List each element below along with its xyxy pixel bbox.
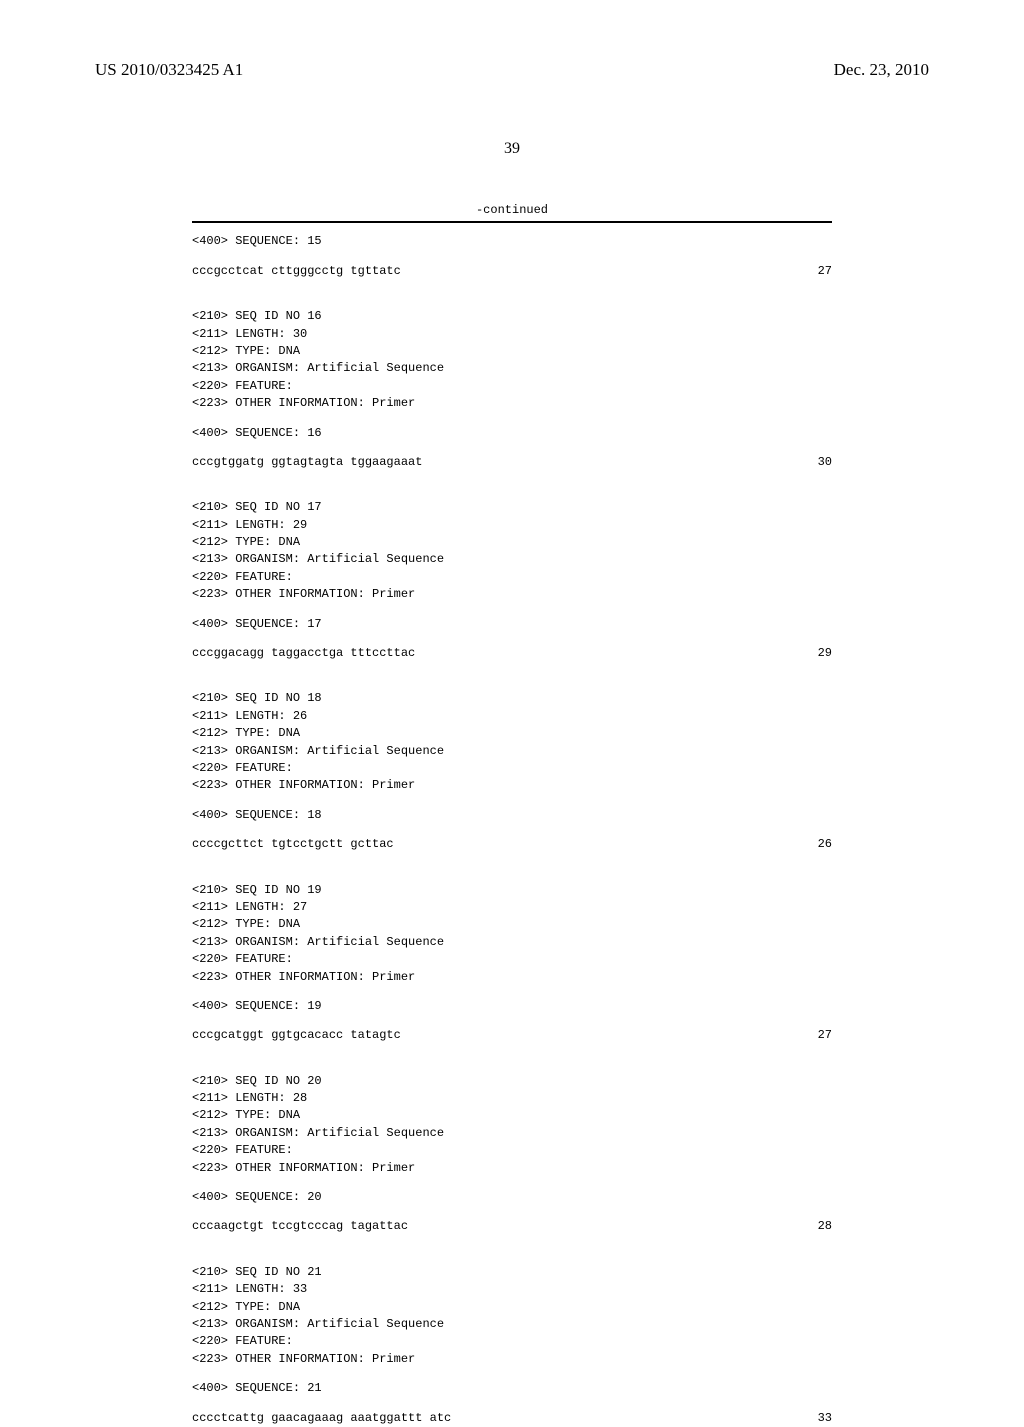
page-header: US 2010/0323425 A1 Dec. 23, 2010: [95, 60, 929, 80]
sequence-entry: <210> SEQ ID NO 20<211> LENGTH: 28<212> …: [192, 1073, 832, 1236]
sequence-header: <400> SEQUENCE: 20: [192, 1189, 832, 1206]
sequence-header: <400> SEQUENCE: 16: [192, 425, 832, 442]
sequence-header: <400> SEQUENCE: 19: [192, 998, 832, 1015]
sequence-entry: <210> SEQ ID NO 19<211> LENGTH: 27<212> …: [192, 882, 832, 1045]
metadata-line: <220> FEATURE:: [192, 951, 832, 968]
metadata-line: <210> SEQ ID NO 16: [192, 308, 832, 325]
page-number: 39: [95, 140, 929, 158]
metadata-line: <223> OTHER INFORMATION: Primer: [192, 1160, 832, 1177]
metadata-line: <213> ORGANISM: Artificial Sequence: [192, 1316, 832, 1333]
sequence-header: <400> SEQUENCE: 21: [192, 1380, 832, 1397]
metadata-line: <220> FEATURE:: [192, 378, 832, 395]
sequence-length: 27: [818, 1027, 832, 1044]
sequence-text: cccggacagg taggacctga tttccttac: [192, 645, 415, 662]
metadata-line: <210> SEQ ID NO 19: [192, 882, 832, 899]
metadata-line: <220> FEATURE:: [192, 1142, 832, 1159]
sequence-metadata: <210> SEQ ID NO 16<211> LENGTH: 30<212> …: [192, 308, 832, 412]
metadata-line: <212> TYPE: DNA: [192, 343, 832, 360]
metadata-line: <211> LENGTH: 33: [192, 1281, 832, 1298]
sequence-length: 28: [818, 1218, 832, 1235]
metadata-line: <213> ORGANISM: Artificial Sequence: [192, 1125, 832, 1142]
sequence-entry: <210> SEQ ID NO 17<211> LENGTH: 29<212> …: [192, 499, 832, 662]
publication-number: US 2010/0323425 A1: [95, 60, 243, 80]
sequence-line: cccctcattg gaacagaaag aaatggattt atc 33: [192, 1410, 832, 1427]
metadata-line: <210> SEQ ID NO 18: [192, 690, 832, 707]
metadata-line: <210> SEQ ID NO 21: [192, 1264, 832, 1281]
sequence-entry: <210> SEQ ID NO 21<211> LENGTH: 33<212> …: [192, 1264, 832, 1427]
sequence-header: <400> SEQUENCE: 15: [192, 233, 832, 250]
metadata-line: <213> ORGANISM: Artificial Sequence: [192, 360, 832, 377]
continued-label: -continued: [192, 202, 832, 219]
sequence-text: cccgcctcat cttgggcctg tgttatc: [192, 263, 401, 280]
metadata-line: <223> OTHER INFORMATION: Primer: [192, 969, 832, 986]
sequence-header: <400> SEQUENCE: 18: [192, 807, 832, 824]
sequence-text: cccaagctgt tccgtcccag tagattac: [192, 1218, 408, 1235]
sequence-line: cccgtggatg ggtagtagta tggaagaaat 30: [192, 454, 832, 471]
metadata-line: <213> ORGANISM: Artificial Sequence: [192, 934, 832, 951]
metadata-line: <211> LENGTH: 26: [192, 708, 832, 725]
sequence-length: 33: [818, 1410, 832, 1427]
metadata-line: <211> LENGTH: 28: [192, 1090, 832, 1107]
sequence-entry: <210> SEQ ID NO 16<211> LENGTH: 30<212> …: [192, 308, 832, 471]
metadata-line: <223> OTHER INFORMATION: Primer: [192, 586, 832, 603]
metadata-line: <213> ORGANISM: Artificial Sequence: [192, 743, 832, 760]
sequence-length: 29: [818, 645, 832, 662]
metadata-line: <212> TYPE: DNA: [192, 534, 832, 551]
sequence-line: cccgcatggt ggtgcacacc tatagtc 27: [192, 1027, 832, 1044]
sequence-line: cccgcctcat cttgggcctg tgttatc 27: [192, 263, 832, 280]
sequence-entry: <210> SEQ ID NO 18<211> LENGTH: 26<212> …: [192, 690, 832, 853]
sequence-text: cccgcatggt ggtgcacacc tatagtc: [192, 1027, 401, 1044]
sequence-metadata: <210> SEQ ID NO 21<211> LENGTH: 33<212> …: [192, 1264, 832, 1368]
sequence-line: cccggacagg taggacctga tttccttac 29: [192, 645, 832, 662]
metadata-line: <211> LENGTH: 30: [192, 326, 832, 343]
metadata-line: <212> TYPE: DNA: [192, 1299, 832, 1316]
sequence-metadata: <210> SEQ ID NO 20<211> LENGTH: 28<212> …: [192, 1073, 832, 1177]
separator-line: [192, 221, 832, 223]
metadata-line: <210> SEQ ID NO 17: [192, 499, 832, 516]
metadata-line: <220> FEATURE:: [192, 760, 832, 777]
metadata-line: <212> TYPE: DNA: [192, 1107, 832, 1124]
sequence-text: ccccgcttct tgtcctgctt gcttac: [192, 836, 394, 853]
sequence-metadata: <210> SEQ ID NO 18<211> LENGTH: 26<212> …: [192, 690, 832, 794]
sequence-text: cccgtggatg ggtagtagta tggaagaaat: [192, 454, 422, 471]
sequence-header: <400> SEQUENCE: 17: [192, 616, 832, 633]
publication-date: Dec. 23, 2010: [834, 60, 929, 80]
sequence-entry: <400> SEQUENCE: 15 cccgcctcat cttgggcctg …: [192, 233, 832, 280]
metadata-line: <223> OTHER INFORMATION: Primer: [192, 395, 832, 412]
metadata-line: <213> ORGANISM: Artificial Sequence: [192, 551, 832, 568]
sequence-line: cccaagctgt tccgtcccag tagattac 28: [192, 1218, 832, 1235]
metadata-line: <210> SEQ ID NO 20: [192, 1073, 832, 1090]
metadata-line: <220> FEATURE:: [192, 569, 832, 586]
metadata-line: <223> OTHER INFORMATION: Primer: [192, 1351, 832, 1368]
metadata-line: <212> TYPE: DNA: [192, 725, 832, 742]
sequence-text: cccctcattg gaacagaaag aaatggattt atc: [192, 1410, 451, 1427]
sequence-metadata: <210> SEQ ID NO 19<211> LENGTH: 27<212> …: [192, 882, 832, 986]
sequence-length: 30: [818, 454, 832, 471]
metadata-line: <212> TYPE: DNA: [192, 916, 832, 933]
metadata-line: <211> LENGTH: 27: [192, 899, 832, 916]
sequence-listing: -continued <400> SEQUENCE: 15 cccgcctcat …: [192, 202, 832, 1427]
metadata-line: <220> FEATURE:: [192, 1333, 832, 1350]
metadata-line: <211> LENGTH: 29: [192, 517, 832, 534]
metadata-line: <223> OTHER INFORMATION: Primer: [192, 777, 832, 794]
sequence-length: 26: [818, 836, 832, 853]
sequence-metadata: <210> SEQ ID NO 17<211> LENGTH: 29<212> …: [192, 499, 832, 603]
sequence-line: ccccgcttct tgtcctgctt gcttac 26: [192, 836, 832, 853]
sequence-length: 27: [818, 263, 832, 280]
